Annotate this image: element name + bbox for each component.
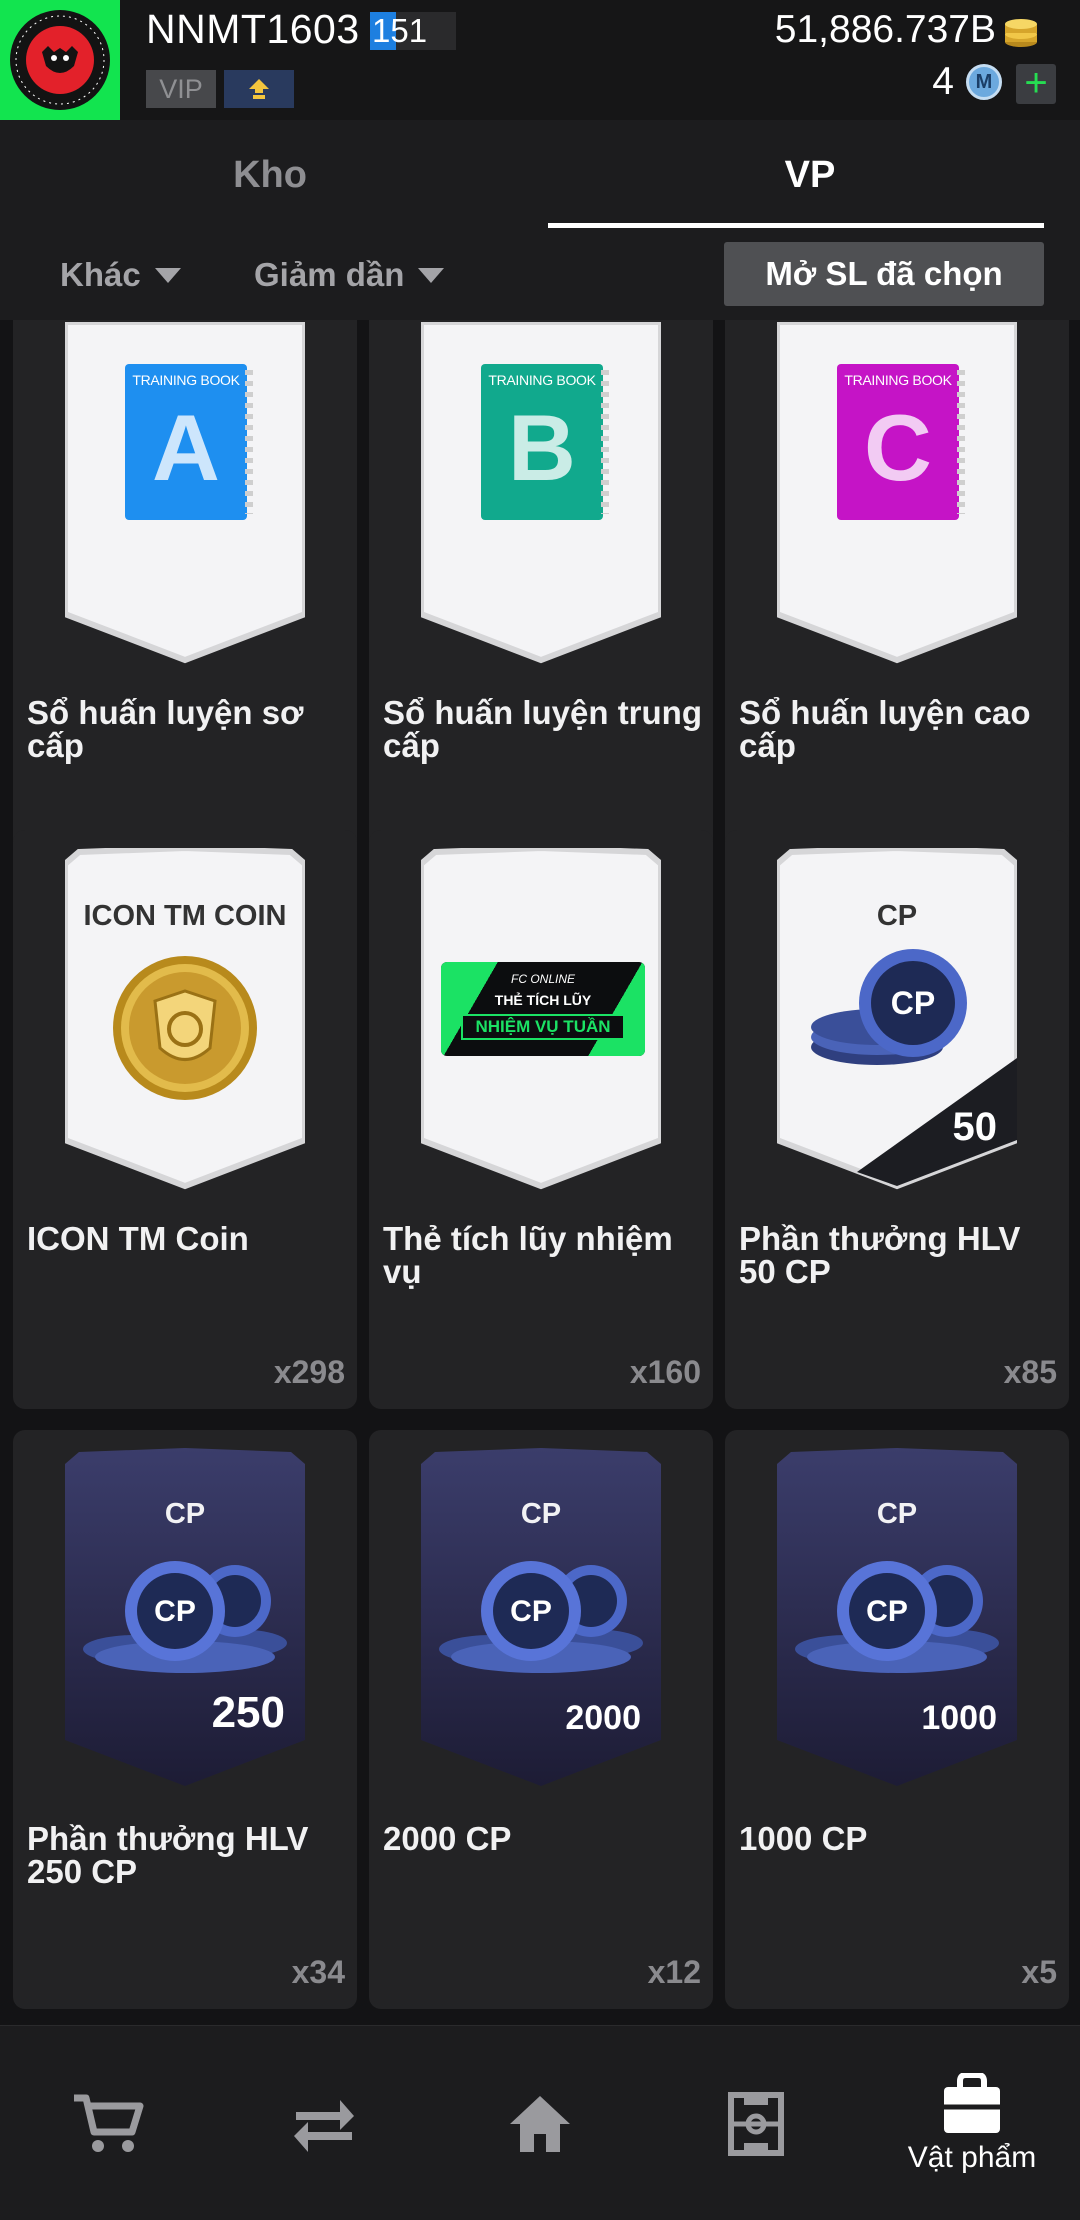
cp-quantity: 2000	[565, 1699, 641, 1737]
club-crest-icon	[10, 10, 110, 110]
level-badge: 151	[370, 12, 456, 50]
bag-icon	[944, 2072, 1000, 2133]
add-mc-button[interactable]: +	[1016, 63, 1056, 104]
training-book-b-icon: TRAINING BOOK B	[481, 364, 609, 520]
cp-quantity: 250	[211, 1688, 285, 1737]
category-dropdown[interactable]: Khác	[60, 230, 181, 320]
vip-badge[interactable]: VIP	[146, 70, 216, 108]
mission-card-icon: FC ONLINE THẺ TÍCH LŨY NHIỆM VỤ TUẦN	[441, 962, 645, 1056]
tab-kho[interactable]: Kho	[0, 120, 540, 230]
field-icon	[728, 2091, 784, 2156]
cp-coins-icon: CP	[439, 1561, 643, 1673]
item-card-art: CP CP 250	[65, 1448, 305, 1790]
svg-text:CP: CP	[510, 1595, 552, 1628]
nav-transfer[interactable]	[216, 2026, 432, 2220]
art-title: CP	[876, 900, 918, 932]
item-grid: TRAINING BOOK A Sổ huấn luyện sơ cấp x23…	[0, 320, 1080, 2025]
item-name: Sổ huấn luyện sơ cấp	[27, 694, 304, 764]
item-card[interactable]: CP CP 1000 1000 CP x5	[725, 1430, 1069, 2009]
bp-coins-icon	[1005, 19, 1037, 47]
open-selected-button[interactable]: Mở SL đã chọn	[724, 242, 1044, 306]
cp-coins-icon: CP	[811, 949, 967, 1065]
tab-vp[interactable]: VP	[540, 120, 1080, 230]
item-count: x5	[1021, 1954, 1057, 1990]
nav-squad[interactable]	[648, 2026, 864, 2220]
cp-quantity: 1000	[921, 1699, 997, 1737]
gold-coin-icon	[113, 956, 257, 1100]
cp-quantity: 50	[952, 1105, 998, 1149]
item-count: x298	[273, 1354, 345, 1390]
nav-home[interactable]	[432, 2026, 648, 2220]
item-card[interactable]: TRAINING BOOK A Sổ huấn luyện sơ cấp x23…	[13, 320, 357, 883]
nav-shop[interactable]	[0, 2026, 216, 2220]
transfer-icon	[294, 2099, 354, 2152]
tab-bar: Kho VP	[0, 120, 1080, 230]
item-count: x34	[291, 1954, 345, 1990]
username: NNMT1603	[146, 6, 360, 52]
item-name: 2000 CP	[383, 1820, 512, 1857]
sort-dropdown-label: Giảm dần	[254, 256, 405, 293]
item-name: Sổ huấn luyện trung cấp	[383, 694, 702, 764]
arrow-up-icon	[249, 79, 269, 99]
level-value: 151	[372, 12, 428, 49]
training-book-c-icon: TRAINING BOOK C	[837, 364, 965, 520]
shop-cart-icon	[74, 2094, 144, 2152]
item-name: Phần thưởng HLV 250 CP	[27, 1820, 309, 1890]
item-card-art: TRAINING BOOK C	[777, 322, 1017, 664]
item-card[interactable]: TRAINING BOOK C Sổ huấn luyện cao cấp x1…	[725, 320, 1069, 883]
item-name: ICON TM Coin	[27, 1220, 249, 1257]
item-card-art: TRAINING BOOK A	[65, 322, 305, 664]
svg-text:CP: CP	[154, 1595, 196, 1628]
bp-balance: 51,886.737B	[774, 8, 996, 51]
svg-text:CP: CP	[891, 985, 935, 1021]
item-card-art: ICON TM COIN	[65, 848, 305, 1190]
art-title: CP	[520, 1498, 562, 1530]
item-count: x85	[1003, 1354, 1057, 1390]
item-name: 1000 CP	[739, 1820, 868, 1857]
nav-items-label: Vật phẩm	[907, 2140, 1037, 2174]
item-card-art: FC ONLINE THẺ TÍCH LŨY NHIỆM VỤ TUẦN	[421, 848, 661, 1190]
item-card[interactable]: CP CP 2000 2000 CP x12	[369, 1430, 713, 2009]
sort-dropdown[interactable]: Giảm dần	[254, 230, 445, 320]
category-dropdown-label: Khác	[60, 256, 141, 293]
nav-items[interactable]: Vật phẩm	[864, 2026, 1080, 2220]
top-status-bar: NNMT1603 151 VIP 51,886.737B 4 M +	[0, 0, 1080, 120]
item-card-art: TRAINING BOOK B	[421, 322, 661, 664]
item-count: x160	[629, 1354, 701, 1390]
mc-balance: 4	[932, 60, 954, 103]
item-card[interactable]: ICON TM COIN ICON TM Coin x298	[13, 830, 357, 1409]
item-card[interactable]: CP CP 250 Phần thưởng HLV 250 CP x34	[13, 1430, 357, 2009]
mc-coin-icon: M	[966, 64, 1002, 100]
item-card-art: CP CP 50	[777, 848, 1017, 1190]
art-title: ICON TM COIN	[83, 900, 287, 932]
app-root: NNMT1603 151 VIP 51,886.737B 4 M + Kho V…	[0, 0, 1080, 2220]
item-card[interactable]: TRAINING BOOK B Sổ huấn luyện trung cấp …	[369, 320, 713, 883]
item-card-art: CP CP 1000	[777, 1448, 1017, 1790]
svg-text:CP: CP	[866, 1595, 908, 1628]
item-name: Sổ huấn luyện cao cấp	[739, 694, 1031, 764]
item-count: x12	[647, 1954, 701, 1990]
dropdown-arrow-icon	[418, 267, 445, 283]
item-name: Thẻ tích lũy nhiệm vụ	[383, 1220, 673, 1290]
art-title: CP	[164, 1498, 206, 1530]
training-book-a-icon: TRAINING BOOK A	[125, 364, 253, 520]
active-tab-indicator	[548, 223, 1044, 228]
art-title: CP	[876, 1498, 918, 1530]
cp-coins-icon: CP	[83, 1561, 287, 1673]
rank-up-button[interactable]	[224, 70, 294, 108]
club-logo[interactable]	[0, 0, 120, 120]
cp-coins-icon: CP	[795, 1561, 999, 1673]
dropdown-arrow-icon	[154, 267, 181, 283]
filter-bar: Khác Giảm dần Mở SL đã chọn	[0, 230, 1080, 320]
item-card[interactable]: FC ONLINE THẺ TÍCH LŨY NHIỆM VỤ TUẦN Thẻ…	[369, 830, 713, 1409]
item-card-art: CP CP 2000	[421, 1448, 661, 1790]
item-name: Phần thưởng HLV 50 CP	[739, 1220, 1021, 1290]
item-card[interactable]: CP CP 50 Phần thưởng HLV 50 CP x85	[725, 830, 1069, 1409]
bottom-nav: Vật phẩm	[0, 2025, 1080, 2220]
home-icon	[510, 2095, 570, 2152]
